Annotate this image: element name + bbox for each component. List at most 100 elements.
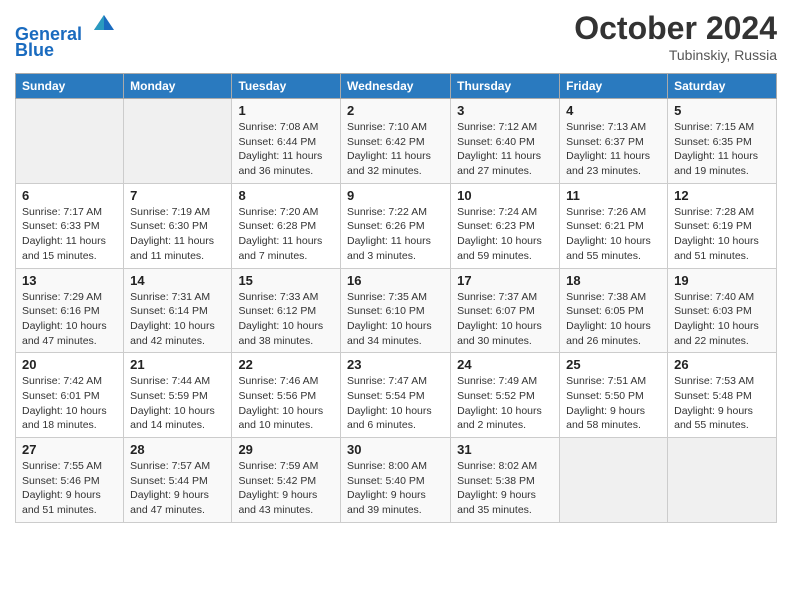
- day-detail: Sunrise: 7:44 AM Sunset: 5:59 PM Dayligh…: [130, 374, 225, 433]
- calendar-cell: 1 Sunrise: 7:08 AM Sunset: 6:44 PM Daylig…: [232, 99, 341, 184]
- calendar-cell: [124, 99, 232, 184]
- calendar-cell: 16 Sunrise: 7:35 AM Sunset: 6:10 PM Dayli…: [340, 268, 450, 353]
- calendar-header-row: SundayMondayTuesdayWednesdayThursdayFrid…: [16, 74, 777, 99]
- day-number: 2: [347, 103, 444, 118]
- calendar-cell: 10Sunrise: 7:24 AM Sunset: 6:23 PM Dayli…: [451, 183, 560, 268]
- day-number: 25: [566, 357, 661, 372]
- calendar-cell: 15 Sunrise: 7:33 AM Sunset: 6:12 PM Dayli…: [232, 268, 341, 353]
- calendar-cell: 12 Sunrise: 7:28 AM Sunset: 6:19 PM Dayli…: [668, 183, 777, 268]
- calendar-cell: 27 Sunrise: 7:55 AM Sunset: 5:46 PM Dayli…: [16, 438, 124, 523]
- day-number: 27: [22, 442, 117, 457]
- calendar-cell: 5 Sunrise: 7:15 AM Sunset: 6:35 PM Daylig…: [668, 99, 777, 184]
- calendar-week-3: 13 Sunrise: 7:29 AM Sunset: 6:16 PM Dayli…: [16, 268, 777, 353]
- day-number: 13: [22, 273, 117, 288]
- day-detail: Sunrise: 7:37 AM Sunset: 6:07 PM Dayligh…: [457, 290, 553, 349]
- day-detail: Sunrise: 7:22 AM Sunset: 6:26 PM Dayligh…: [347, 205, 444, 264]
- day-detail: Sunrise: 7:38 AM Sunset: 6:05 PM Dayligh…: [566, 290, 661, 349]
- month-title: October 2024: [574, 10, 777, 47]
- page-header: General Blue October 2024 Tubinskiy, Rus…: [15, 10, 777, 63]
- day-detail: Sunrise: 7:12 AM Sunset: 6:40 PM Dayligh…: [457, 120, 553, 179]
- calendar-cell: [16, 99, 124, 184]
- logo: General Blue: [15, 10, 119, 61]
- calendar-cell: 29Sunrise: 7:59 AM Sunset: 5:42 PM Dayli…: [232, 438, 341, 523]
- calendar-cell: 17 Sunrise: 7:37 AM Sunset: 6:07 PM Dayli…: [451, 268, 560, 353]
- calendar-cell: 2 Sunrise: 7:10 AM Sunset: 6:42 PM Daylig…: [340, 99, 450, 184]
- day-number: 5: [674, 103, 770, 118]
- day-detail: Sunrise: 7:55 AM Sunset: 5:46 PM Dayligh…: [22, 459, 117, 518]
- calendar-cell: 18 Sunrise: 7:38 AM Sunset: 6:05 PM Dayli…: [560, 268, 668, 353]
- day-detail: Sunrise: 7:19 AM Sunset: 6:30 PM Dayligh…: [130, 205, 225, 264]
- calendar-cell: 8Sunrise: 7:20 AM Sunset: 6:28 PM Daylig…: [232, 183, 341, 268]
- day-number: 14: [130, 273, 225, 288]
- calendar-cell: 19 Sunrise: 7:40 AM Sunset: 6:03 PM Dayli…: [668, 268, 777, 353]
- day-header-wednesday: Wednesday: [340, 74, 450, 99]
- day-number: 28: [130, 442, 225, 457]
- day-detail: Sunrise: 7:13 AM Sunset: 6:37 PM Dayligh…: [566, 120, 661, 179]
- calendar-cell: 24 Sunrise: 7:49 AM Sunset: 5:52 PM Dayli…: [451, 353, 560, 438]
- location-subtitle: Tubinskiy, Russia: [574, 47, 777, 63]
- day-detail: Sunrise: 7:59 AM Sunset: 5:42 PM Dayligh…: [238, 459, 334, 518]
- day-number: 10: [457, 188, 553, 203]
- calendar-week-1: 1 Sunrise: 7:08 AM Sunset: 6:44 PM Daylig…: [16, 99, 777, 184]
- day-number: 16: [347, 273, 444, 288]
- day-number: 11: [566, 188, 661, 203]
- day-number: 12: [674, 188, 770, 203]
- calendar-cell: 7 Sunrise: 7:19 AM Sunset: 6:30 PM Daylig…: [124, 183, 232, 268]
- day-number: 31: [457, 442, 553, 457]
- title-block: October 2024 Tubinskiy, Russia: [574, 10, 777, 63]
- day-number: 9: [347, 188, 444, 203]
- day-number: 6: [22, 188, 117, 203]
- day-number: 22: [238, 357, 334, 372]
- day-detail: Sunrise: 7:10 AM Sunset: 6:42 PM Dayligh…: [347, 120, 444, 179]
- day-header-thursday: Thursday: [451, 74, 560, 99]
- day-detail: Sunrise: 7:29 AM Sunset: 6:16 PM Dayligh…: [22, 290, 117, 349]
- day-number: 30: [347, 442, 444, 457]
- day-number: 7: [130, 188, 225, 203]
- day-number: 18: [566, 273, 661, 288]
- day-detail: Sunrise: 7:31 AM Sunset: 6:14 PM Dayligh…: [130, 290, 225, 349]
- day-detail: Sunrise: 7:46 AM Sunset: 5:56 PM Dayligh…: [238, 374, 334, 433]
- day-number: 4: [566, 103, 661, 118]
- day-detail: Sunrise: 7:57 AM Sunset: 5:44 PM Dayligh…: [130, 459, 225, 518]
- day-number: 17: [457, 273, 553, 288]
- day-header-sunday: Sunday: [16, 74, 124, 99]
- day-header-monday: Monday: [124, 74, 232, 99]
- calendar-cell: 4 Sunrise: 7:13 AM Sunset: 6:37 PM Daylig…: [560, 99, 668, 184]
- calendar-cell: 26Sunrise: 7:53 AM Sunset: 5:48 PM Dayli…: [668, 353, 777, 438]
- calendar-cell: 22 Sunrise: 7:46 AM Sunset: 5:56 PM Dayli…: [232, 353, 341, 438]
- day-number: 23: [347, 357, 444, 372]
- day-detail: Sunrise: 8:02 AM Sunset: 5:38 PM Dayligh…: [457, 459, 553, 518]
- calendar-week-4: 20 Sunrise: 7:42 AM Sunset: 6:01 PM Dayli…: [16, 353, 777, 438]
- day-detail: Sunrise: 7:26 AM Sunset: 6:21 PM Dayligh…: [566, 205, 661, 264]
- calendar-cell: 14 Sunrise: 7:31 AM Sunset: 6:14 PM Dayli…: [124, 268, 232, 353]
- day-detail: Sunrise: 8:00 AM Sunset: 5:40 PM Dayligh…: [347, 459, 444, 518]
- calendar-week-5: 27 Sunrise: 7:55 AM Sunset: 5:46 PM Dayli…: [16, 438, 777, 523]
- day-detail: Sunrise: 7:08 AM Sunset: 6:44 PM Dayligh…: [238, 120, 334, 179]
- day-number: 1: [238, 103, 334, 118]
- calendar-week-2: 6Sunrise: 7:17 AM Sunset: 6:33 PM Daylig…: [16, 183, 777, 268]
- day-detail: Sunrise: 7:28 AM Sunset: 6:19 PM Dayligh…: [674, 205, 770, 264]
- day-number: 26: [674, 357, 770, 372]
- day-detail: Sunrise: 7:35 AM Sunset: 6:10 PM Dayligh…: [347, 290, 444, 349]
- day-number: 15: [238, 273, 334, 288]
- calendar-cell: 9 Sunrise: 7:22 AM Sunset: 6:26 PM Daylig…: [340, 183, 450, 268]
- day-detail: Sunrise: 7:33 AM Sunset: 6:12 PM Dayligh…: [238, 290, 334, 349]
- day-detail: Sunrise: 7:15 AM Sunset: 6:35 PM Dayligh…: [674, 120, 770, 179]
- calendar-cell: 6Sunrise: 7:17 AM Sunset: 6:33 PM Daylig…: [16, 183, 124, 268]
- day-detail: Sunrise: 7:51 AM Sunset: 5:50 PM Dayligh…: [566, 374, 661, 433]
- calendar-cell: 3Sunrise: 7:12 AM Sunset: 6:40 PM Daylig…: [451, 99, 560, 184]
- day-number: 21: [130, 357, 225, 372]
- day-detail: Sunrise: 7:40 AM Sunset: 6:03 PM Dayligh…: [674, 290, 770, 349]
- day-number: 20: [22, 357, 117, 372]
- calendar-cell: 11 Sunrise: 7:26 AM Sunset: 6:21 PM Dayli…: [560, 183, 668, 268]
- day-number: 24: [457, 357, 553, 372]
- day-number: 19: [674, 273, 770, 288]
- day-number: 8: [238, 188, 334, 203]
- day-detail: Sunrise: 7:49 AM Sunset: 5:52 PM Dayligh…: [457, 374, 553, 433]
- calendar-cell: 21 Sunrise: 7:44 AM Sunset: 5:59 PM Dayli…: [124, 353, 232, 438]
- calendar-cell: [668, 438, 777, 523]
- day-header-saturday: Saturday: [668, 74, 777, 99]
- calendar-cell: 23Sunrise: 7:47 AM Sunset: 5:54 PM Dayli…: [340, 353, 450, 438]
- calendar-cell: 25 Sunrise: 7:51 AM Sunset: 5:50 PM Dayli…: [560, 353, 668, 438]
- day-detail: Sunrise: 7:42 AM Sunset: 6:01 PM Dayligh…: [22, 374, 117, 433]
